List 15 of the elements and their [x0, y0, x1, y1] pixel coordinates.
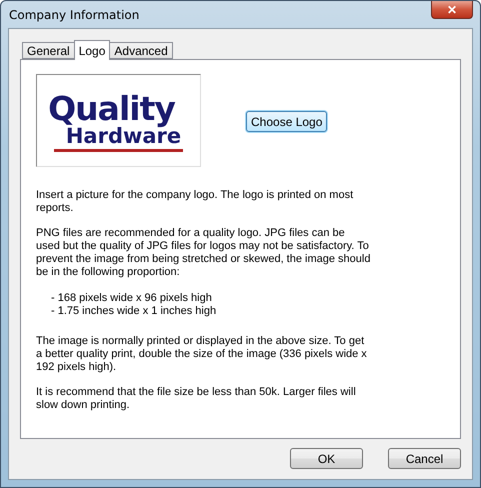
window-title: Company Information [9, 8, 140, 22]
paragraph: It is recommend that the file size be less than 50k. Larger files will slow down printing. [36, 386, 357, 412]
paragraph: PNG files are recommended for a quality logo. JPG files can be used but the quality of JPG files for logos may not be satisfactory. To prevent the image from being stretched or skewed, the image should be in the following proportion: [36, 227, 371, 279]
choose-logo-button[interactable]: Choose Logo [246, 111, 328, 132]
ok-button[interactable]: OK [290, 448, 363, 469]
proportion-item: - 1.75 inches wide x 1 inches high [51, 305, 218, 318]
tab[interactable]: General [22, 42, 75, 59]
tab[interactable]: Advanced [109, 42, 173, 59]
proportion-item: - 168 pixels wide x 96 pixels high [51, 292, 213, 305]
tab[interactable]: Logo [74, 40, 110, 60]
logo-text: Quality [48, 93, 175, 125]
paragraph: Insert a picture for the company logo. The logo is printed on most reports. [36, 189, 354, 215]
close-button[interactable]: ✕ [431, 1, 473, 19]
cancel-button[interactable]: Cancel [388, 448, 461, 469]
paragraph: The image is normally printed or displayed in the above size. To get a better quality print, double the size of the image (336 pixels wide x 192 pixels high). [36, 335, 368, 374]
